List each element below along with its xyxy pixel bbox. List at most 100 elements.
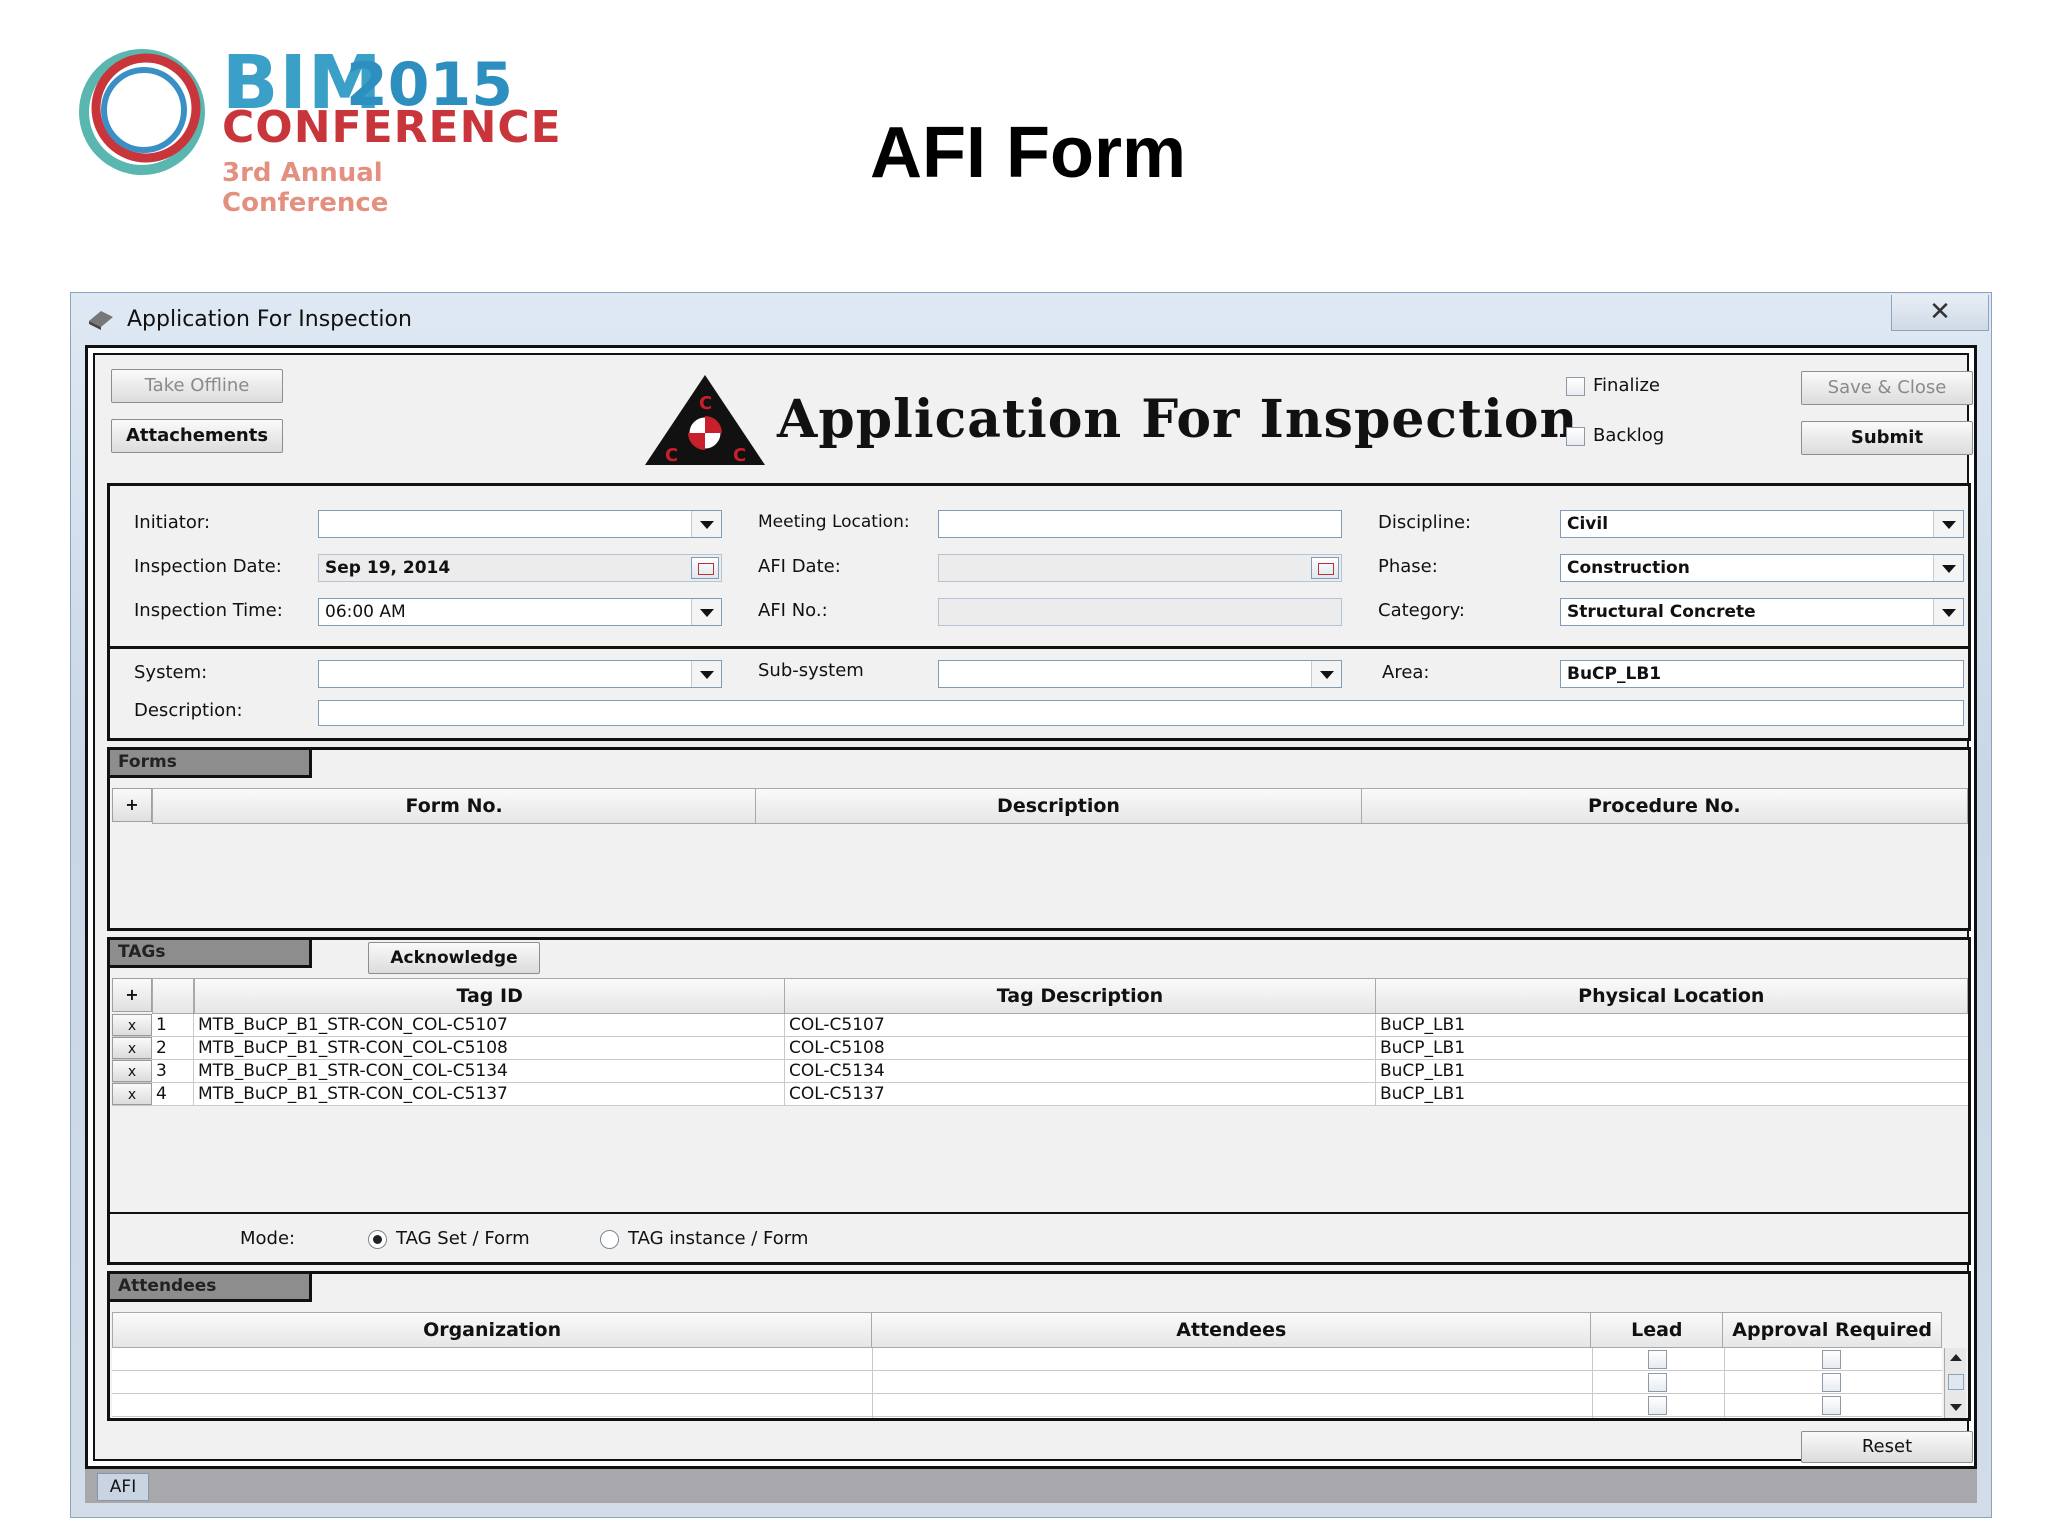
forms-table-header: Form No. Description Procedure No. <box>152 788 1968 824</box>
chevron-down-icon <box>1311 661 1341 687</box>
initiator-dropdown[interactable] <box>318 510 722 538</box>
scroll-down-icon[interactable] <box>1950 1404 1962 1411</box>
take-offline-button[interactable]: Take Offline <box>111 369 283 403</box>
table-row[interactable] <box>112 1371 1942 1394</box>
attendees-table-header: Organization Attendees Lead Approval Req… <box>112 1312 1942 1348</box>
remove-row-button[interactable]: x <box>112 1083 152 1105</box>
lead-checkbox[interactable] <box>1648 1373 1667 1392</box>
backlog-checkbox[interactable] <box>1566 427 1585 446</box>
discipline-dropdown[interactable]: Civil <box>1560 510 1964 538</box>
table-row[interactable] <box>112 1394 1942 1417</box>
mode-tag-instance-radio[interactable] <box>600 1230 619 1249</box>
tags-section: TAGs Acknowledge + Tag ID Tag Descriptio… <box>107 937 1971 1265</box>
form-content: Take Offline Attachements C C C Applicat… <box>93 353 1973 1463</box>
column-divider <box>1724 1348 1725 1418</box>
submit-button[interactable]: Submit <box>1801 421 1973 455</box>
save-close-button[interactable]: Save & Close <box>1801 371 1973 405</box>
column-header[interactable]: Tag ID <box>195 979 786 1013</box>
remove-row-button[interactable]: x <box>112 1014 152 1036</box>
forms-section: Forms + Form No. Description Procedure N… <box>107 747 1971 931</box>
column-header[interactable]: Form No. <box>153 789 757 823</box>
column-header[interactable]: Tag Description <box>785 979 1376 1013</box>
attendees-section: Attendees Organization Attendees Lead Ap… <box>107 1271 1971 1421</box>
tags-table-header: Tag ID Tag Description Physical Location <box>194 978 1968 1014</box>
attendees-scrollbar[interactable] <box>1944 1348 1966 1418</box>
section-divider <box>110 1212 1968 1214</box>
phase-label: Phase: <box>1378 556 1438 577</box>
close-icon[interactable]: ✕ <box>1891 295 1989 331</box>
attendees-tab[interactable]: Attendees <box>110 1274 312 1302</box>
attendees-table-body <box>112 1348 1942 1418</box>
attachments-button[interactable]: Attachements <box>111 419 283 453</box>
system-dropdown[interactable] <box>318 660 722 688</box>
chevron-down-icon <box>691 661 721 687</box>
column-header[interactable]: Lead <box>1591 1313 1724 1347</box>
remove-row-button[interactable]: x <box>112 1037 152 1059</box>
discipline-label: Discipline: <box>1378 512 1472 533</box>
acknowledge-button[interactable]: Acknowledge <box>368 942 540 974</box>
meeting-location-label: Meeting Location: <box>758 512 910 532</box>
lead-checkbox[interactable] <box>1648 1396 1667 1415</box>
description-input[interactable] <box>318 700 1964 726</box>
approval-required-checkbox[interactable] <box>1822 1373 1841 1392</box>
inspection-time-dropdown[interactable]: 06:00 AM <box>318 598 722 626</box>
column-header[interactable]: Description <box>756 789 1362 823</box>
column-header[interactable]: Organization <box>113 1313 873 1347</box>
lead-checkbox[interactable] <box>1648 1350 1667 1369</box>
table-row[interactable]: x 3 MTB_BuCP_B1_STR-CON_COL-C5134 COL-C5… <box>112 1060 1968 1083</box>
chevron-down-icon <box>1933 599 1963 625</box>
logo-subtitle-text: 3rd Annual Conference <box>222 158 389 218</box>
system-label: System: <box>134 662 208 683</box>
table-row[interactable] <box>112 1348 1942 1371</box>
approval-required-checkbox[interactable] <box>1822 1350 1841 1369</box>
inspection-date-field[interactable]: Sep 19, 2014 <box>318 554 722 582</box>
reset-button[interactable]: Reset <box>1801 1431 1973 1463</box>
chevron-down-icon <box>691 511 721 537</box>
table-row[interactable]: x 2 MTB_BuCP_B1_STR-CON_COL-C5108 COL-C5… <box>112 1037 1968 1060</box>
status-bar: AFI <box>85 1469 1977 1503</box>
form-title: Application For Inspection <box>777 389 1579 450</box>
calendar-icon[interactable] <box>1311 557 1339 579</box>
forms-tab[interactable]: Forms <box>110 750 312 778</box>
logo-ring-icon <box>79 49 205 175</box>
mode-option-label: TAG Set / Form <box>396 1228 530 1249</box>
inspection-date-label: Inspection Date: <box>134 556 282 577</box>
mode-tag-set-radio[interactable] <box>368 1230 387 1249</box>
scroll-thumb[interactable] <box>1948 1374 1964 1390</box>
afi-date-label: AFI Date: <box>758 556 841 577</box>
column-divider <box>1592 1348 1593 1418</box>
description-label: Description: <box>134 700 243 721</box>
column-header[interactable]: Attendees <box>872 1313 1592 1347</box>
tags-tab[interactable]: TAGs <box>110 940 312 968</box>
category-dropdown[interactable]: Structural Concrete <box>1560 598 1964 626</box>
meeting-location-input[interactable] <box>938 510 1342 538</box>
column-header[interactable]: Procedure No. <box>1362 789 1967 823</box>
afi-window: Application For Inspection ✕ Take Offlin… <box>70 292 1992 1518</box>
row-number-header <box>152 978 194 1014</box>
svg-text:C: C <box>665 445 678 466</box>
initiator-label: Initiator: <box>134 512 211 533</box>
approval-required-checkbox[interactable] <box>1822 1396 1841 1415</box>
afi-status-tab[interactable]: AFI <box>97 1473 149 1501</box>
table-row[interactable]: x 1 MTB_BuCP_B1_STR-CON_COL-C5107 COL-C5… <box>112 1014 1968 1037</box>
afi-date-field[interactable] <box>938 554 1342 582</box>
phase-dropdown[interactable]: Construction <box>1560 554 1964 582</box>
scroll-up-icon[interactable] <box>1950 1354 1962 1361</box>
finalize-checkbox[interactable] <box>1566 377 1585 396</box>
mode-option-label: TAG instance / Form <box>628 1228 809 1249</box>
window-frame: Take Offline Attachements C C C Applicat… <box>85 345 1977 1469</box>
column-header[interactable]: Physical Location <box>1376 979 1967 1013</box>
column-header[interactable]: Approval Required <box>1723 1313 1941 1347</box>
afi-no-label: AFI No.: <box>758 600 828 621</box>
afi-no-field <box>938 598 1342 626</box>
area-input[interactable]: BuCP_LB1 <box>1560 660 1964 688</box>
subsystem-label: Sub-system <box>758 660 864 681</box>
bim-conference-logo: BIM 2015 CONFERENCE 3rd Annual Conferenc… <box>76 36 561 218</box>
remove-row-button[interactable]: x <box>112 1060 152 1082</box>
subsystem-dropdown[interactable] <box>938 660 1342 688</box>
chevron-down-icon <box>691 599 721 625</box>
calendar-icon[interactable] <box>691 557 719 579</box>
table-row[interactable]: x 4 MTB_BuCP_B1_STR-CON_COL-C5137 COL-C5… <box>112 1083 1968 1106</box>
add-tag-button[interactable]: + <box>112 978 152 1012</box>
add-form-button[interactable]: + <box>112 788 152 822</box>
